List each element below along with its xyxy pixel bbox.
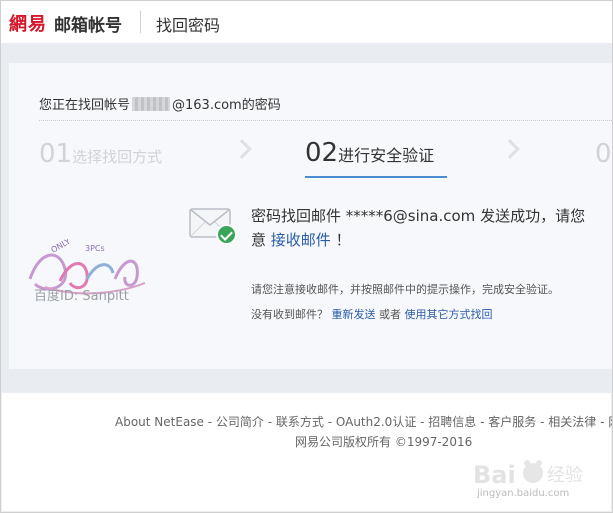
not-received-text: 没有收到邮件？ [251, 308, 328, 321]
footer-link[interactable]: 招聘信息 [428, 415, 476, 429]
success-check-icon [216, 224, 237, 245]
netease-logo[interactable]: 網易 [9, 10, 47, 36]
receive-mail-link[interactable]: 接收邮件 [271, 231, 331, 249]
account-line: 您正在找回帐号 @163.com的密码 [39, 94, 281, 113]
masked-account-name [132, 97, 171, 111]
step-1-number: 01 [39, 139, 73, 169]
step-1-label: 选择找回方式 [72, 148, 163, 166]
footer-link[interactable]: 网 [608, 415, 612, 429]
step-2-number: 02 [305, 138, 339, 168]
page-frame: 網易 邮箱帐号 找回密码 您正在找回帐号 @163.com的密码 01选择找回方式… [0, 0, 613, 513]
message-line-2: 意 接收邮件 ！ [251, 228, 611, 252]
footer-link[interactable]: 公司简介 [216, 415, 264, 429]
resend-line: 没有收到邮件？ 重新发送 或者 使用其它方式找回 [251, 306, 493, 322]
product-name: 邮箱帐号 [54, 16, 122, 36]
footer-separator: - [596, 415, 609, 429]
footer-link[interactable]: 联系方式 [276, 415, 324, 429]
watermark-text: 百度ID: Sanpitt [34, 289, 129, 304]
footer-links: About NetEase - 公司简介 - 联系方式 - OAuth2.0认证… [115, 413, 612, 430]
footer-link[interactable]: About NetEase [115, 415, 204, 429]
footer-separator: - [536, 415, 549, 429]
active-step-underline [305, 176, 447, 178]
header-divider [140, 11, 141, 33]
account-suffix: @163.com的密码 [172, 98, 281, 113]
svg-text:Bai: Bai [473, 461, 516, 489]
footer-link[interactable]: 客户服务 [488, 415, 536, 429]
footer-separator: - [263, 415, 276, 429]
page-title: 找回密码 [156, 16, 221, 35]
resend-link[interactable]: 重新发送 [332, 308, 376, 321]
step-2-label: 进行安全验证 [338, 146, 435, 165]
footer-link[interactable]: OAuth2.0认证 [336, 415, 416, 429]
message-line-2-prefix: 意 [251, 231, 267, 249]
account-prefix: 您正在找回帐号 [39, 98, 131, 113]
svg-text:ONLY: ONLY [50, 239, 72, 255]
other-method-link[interactable]: 使用其它方式找回 [405, 308, 493, 321]
footer-separator: - [476, 415, 489, 429]
dotted-divider [39, 120, 612, 121]
footer-link[interactable]: 相关法律 [548, 415, 596, 429]
message-line-2-suffix: ！ [335, 231, 351, 249]
step-3-number: 0 [595, 139, 612, 169]
footer-separator: - [416, 415, 429, 429]
success-message: 密码找回邮件 *****6@sina.com 发送成功，请您 意 接收邮件 ！ [251, 204, 611, 252]
baidu-jingyan-url: jingyan.baidu.com [477, 488, 570, 499]
footer-separator: - [323, 415, 336, 429]
copyright: 网易公司版权所有 ©1997-2016 [295, 435, 473, 449]
header: 網易 邮箱帐号 找回密码 [1, 1, 612, 43]
svg-text:3PCs: 3PCs [85, 244, 105, 253]
footer-separator: - [203, 415, 216, 429]
or-text: 或者 [379, 308, 401, 321]
step-2: 02进行安全验证 [305, 138, 434, 168]
step-1: 01选择找回方式 [39, 139, 162, 169]
hint-text: 请您注意接收邮件，并按照邮件中的提示操作，完成安全验证。 [251, 283, 559, 296]
svg-text:经验: 经验 [547, 465, 583, 486]
message-line-1: 密码找回邮件 *****6@sina.com 发送成功，请您 [251, 207, 586, 225]
